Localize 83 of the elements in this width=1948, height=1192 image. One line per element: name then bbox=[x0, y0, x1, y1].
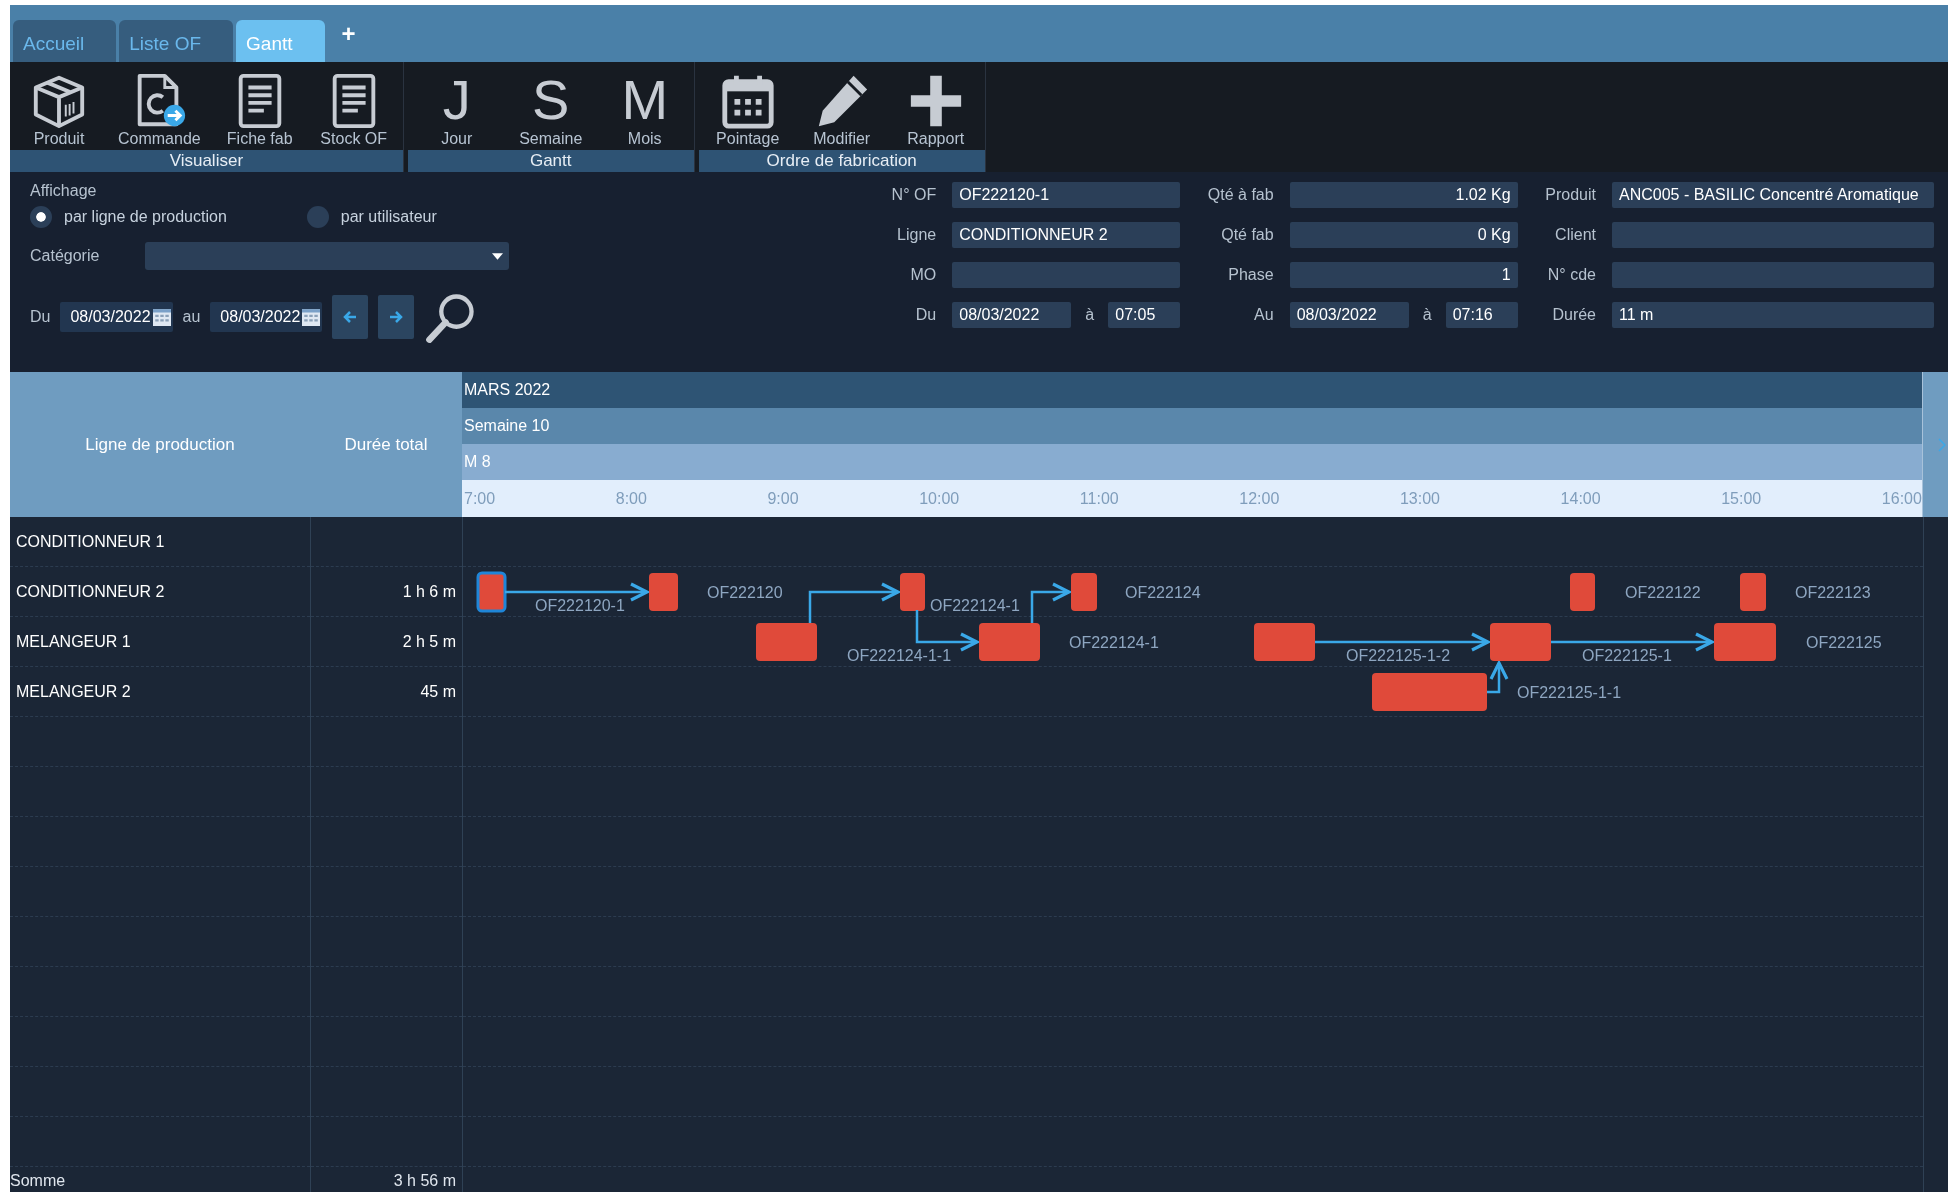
text-field[interactable]: 1 bbox=[1289, 262, 1518, 288]
group-label: Gantt bbox=[407, 150, 694, 172]
row-total: 2 h 5 m bbox=[402, 632, 456, 651]
toolbar-button[interactable]: M Mois bbox=[601, 62, 688, 150]
toolbar-button[interactable]: Fiche fab bbox=[216, 62, 303, 150]
task-label: OF222122 bbox=[1625, 584, 1701, 601]
row-label: CONDITIONNEUR 1 bbox=[16, 532, 165, 551]
field-label: Client bbox=[1554, 226, 1596, 244]
day-header: M 8 bbox=[462, 444, 1922, 480]
time-field[interactable]: 07:16 bbox=[1445, 302, 1518, 328]
toolbar-button[interactable]: Rapport bbox=[892, 62, 979, 150]
text-field[interactable]: CONDITIONNEUR 2 bbox=[952, 222, 1181, 248]
toolbar-button[interactable]: Produit bbox=[16, 62, 102, 150]
text-field[interactable]: 0 Kg bbox=[1289, 222, 1518, 248]
field-label: Au bbox=[1253, 306, 1274, 324]
field-label: Phase bbox=[1227, 266, 1274, 284]
task-label: OF222125-1 bbox=[1582, 647, 1672, 664]
column-header: Durée total bbox=[343, 434, 429, 455]
field-label: à bbox=[1422, 306, 1432, 324]
toolbar-button[interactable]: Pointage bbox=[704, 62, 791, 150]
field-label: Qté fab bbox=[1220, 226, 1274, 244]
field-label: Qté à fab bbox=[1206, 186, 1274, 204]
task-label: OF222125-1-1 bbox=[1517, 684, 1622, 701]
field-label: N° OF bbox=[890, 186, 937, 204]
date-field[interactable]: 08/03/2022 bbox=[1289, 302, 1409, 328]
toolbar-button[interactable]: S Semaine bbox=[507, 62, 594, 150]
date-field[interactable]: 08/03/2022 bbox=[60, 302, 173, 332]
toolbar-button[interactable]: Commande bbox=[110, 62, 209, 150]
sum-total: 3 h 56 m bbox=[393, 1172, 456, 1190]
time-field[interactable]: 07:05 bbox=[1108, 302, 1181, 328]
field-label: Du bbox=[30, 308, 51, 326]
row-label: CONDITIONNEUR 2 bbox=[16, 582, 165, 601]
hour-label: 11:00 bbox=[1079, 489, 1119, 508]
week-header: Semaine 10 bbox=[462, 408, 1922, 444]
section-label: Affichage bbox=[30, 182, 98, 200]
column-header: Ligne de production bbox=[84, 434, 236, 455]
field-label: au bbox=[182, 308, 201, 326]
field-label: Du bbox=[914, 306, 937, 324]
hour-label: 7:00 bbox=[464, 489, 496, 508]
group-label: Ordre de fabrication bbox=[698, 150, 985, 172]
new-tab-button[interactable]: + bbox=[341, 20, 356, 48]
date-field[interactable]: 08/03/2022 bbox=[952, 302, 1072, 328]
text-field[interactable]: ANC005 - BASILIC Concentré Aromatique bbox=[1612, 182, 1934, 208]
field-label: Durée bbox=[1551, 306, 1596, 324]
group-label: Visualiser bbox=[10, 150, 403, 172]
hour-label: 16:00 bbox=[1881, 489, 1922, 508]
text-field[interactable]: OF222120-1 bbox=[952, 182, 1181, 208]
task-label: OF222125 bbox=[1806, 634, 1882, 651]
month-header: MARS 2022 bbox=[462, 372, 1922, 408]
hour-label: 8:00 bbox=[615, 489, 647, 508]
task-label: OF222124-1-1 bbox=[847, 647, 952, 664]
radio-option[interactable]: par utilisateur bbox=[306, 206, 437, 228]
toolbar-button[interactable]: Stock OF bbox=[310, 62, 397, 150]
task-label: OF222123 bbox=[1795, 584, 1871, 601]
task-label: OF222124-1 bbox=[930, 597, 1020, 614]
text-field[interactable]: 11 m bbox=[1612, 302, 1934, 328]
field-label: N° cde bbox=[1546, 266, 1596, 284]
text-field[interactable]: 1.02 Kg bbox=[1289, 182, 1518, 208]
field-label: MO bbox=[909, 266, 937, 284]
task-label: OF222124-1 bbox=[1069, 634, 1159, 651]
row-label: MELANGEUR 1 bbox=[16, 632, 131, 651]
toolbar-button[interactable]: Modifier bbox=[798, 62, 885, 150]
row-label: MELANGEUR 2 bbox=[16, 682, 131, 701]
field-label: Catégorie bbox=[30, 247, 100, 265]
sum-label: Somme bbox=[10, 1172, 66, 1190]
hour-label: 13:00 bbox=[1399, 489, 1440, 508]
date-field[interactable]: 08/03/2022 bbox=[210, 302, 323, 332]
field-label: Produit bbox=[1544, 186, 1596, 204]
task-label: OF222125-1-2 bbox=[1346, 647, 1451, 664]
hour-label: 14:00 bbox=[1560, 489, 1601, 508]
field-label: à bbox=[1085, 306, 1095, 324]
hour-label: 15:00 bbox=[1721, 489, 1762, 508]
task-label: OF222120-1 bbox=[535, 597, 625, 614]
toolbar-button[interactable]: J Jour bbox=[413, 62, 500, 150]
hour-label: 10:00 bbox=[919, 489, 960, 508]
field-label: Ligne bbox=[896, 226, 937, 244]
radio-option[interactable]: par ligne de production bbox=[30, 206, 227, 228]
task-label: OF222124 bbox=[1125, 584, 1201, 601]
row-total: 45 m bbox=[420, 682, 456, 701]
hour-label: 12:00 bbox=[1239, 489, 1280, 508]
row-total: 1 h 6 m bbox=[402, 582, 456, 601]
hour-label: 9:00 bbox=[767, 489, 799, 508]
task-label: OF222120 bbox=[707, 584, 783, 601]
